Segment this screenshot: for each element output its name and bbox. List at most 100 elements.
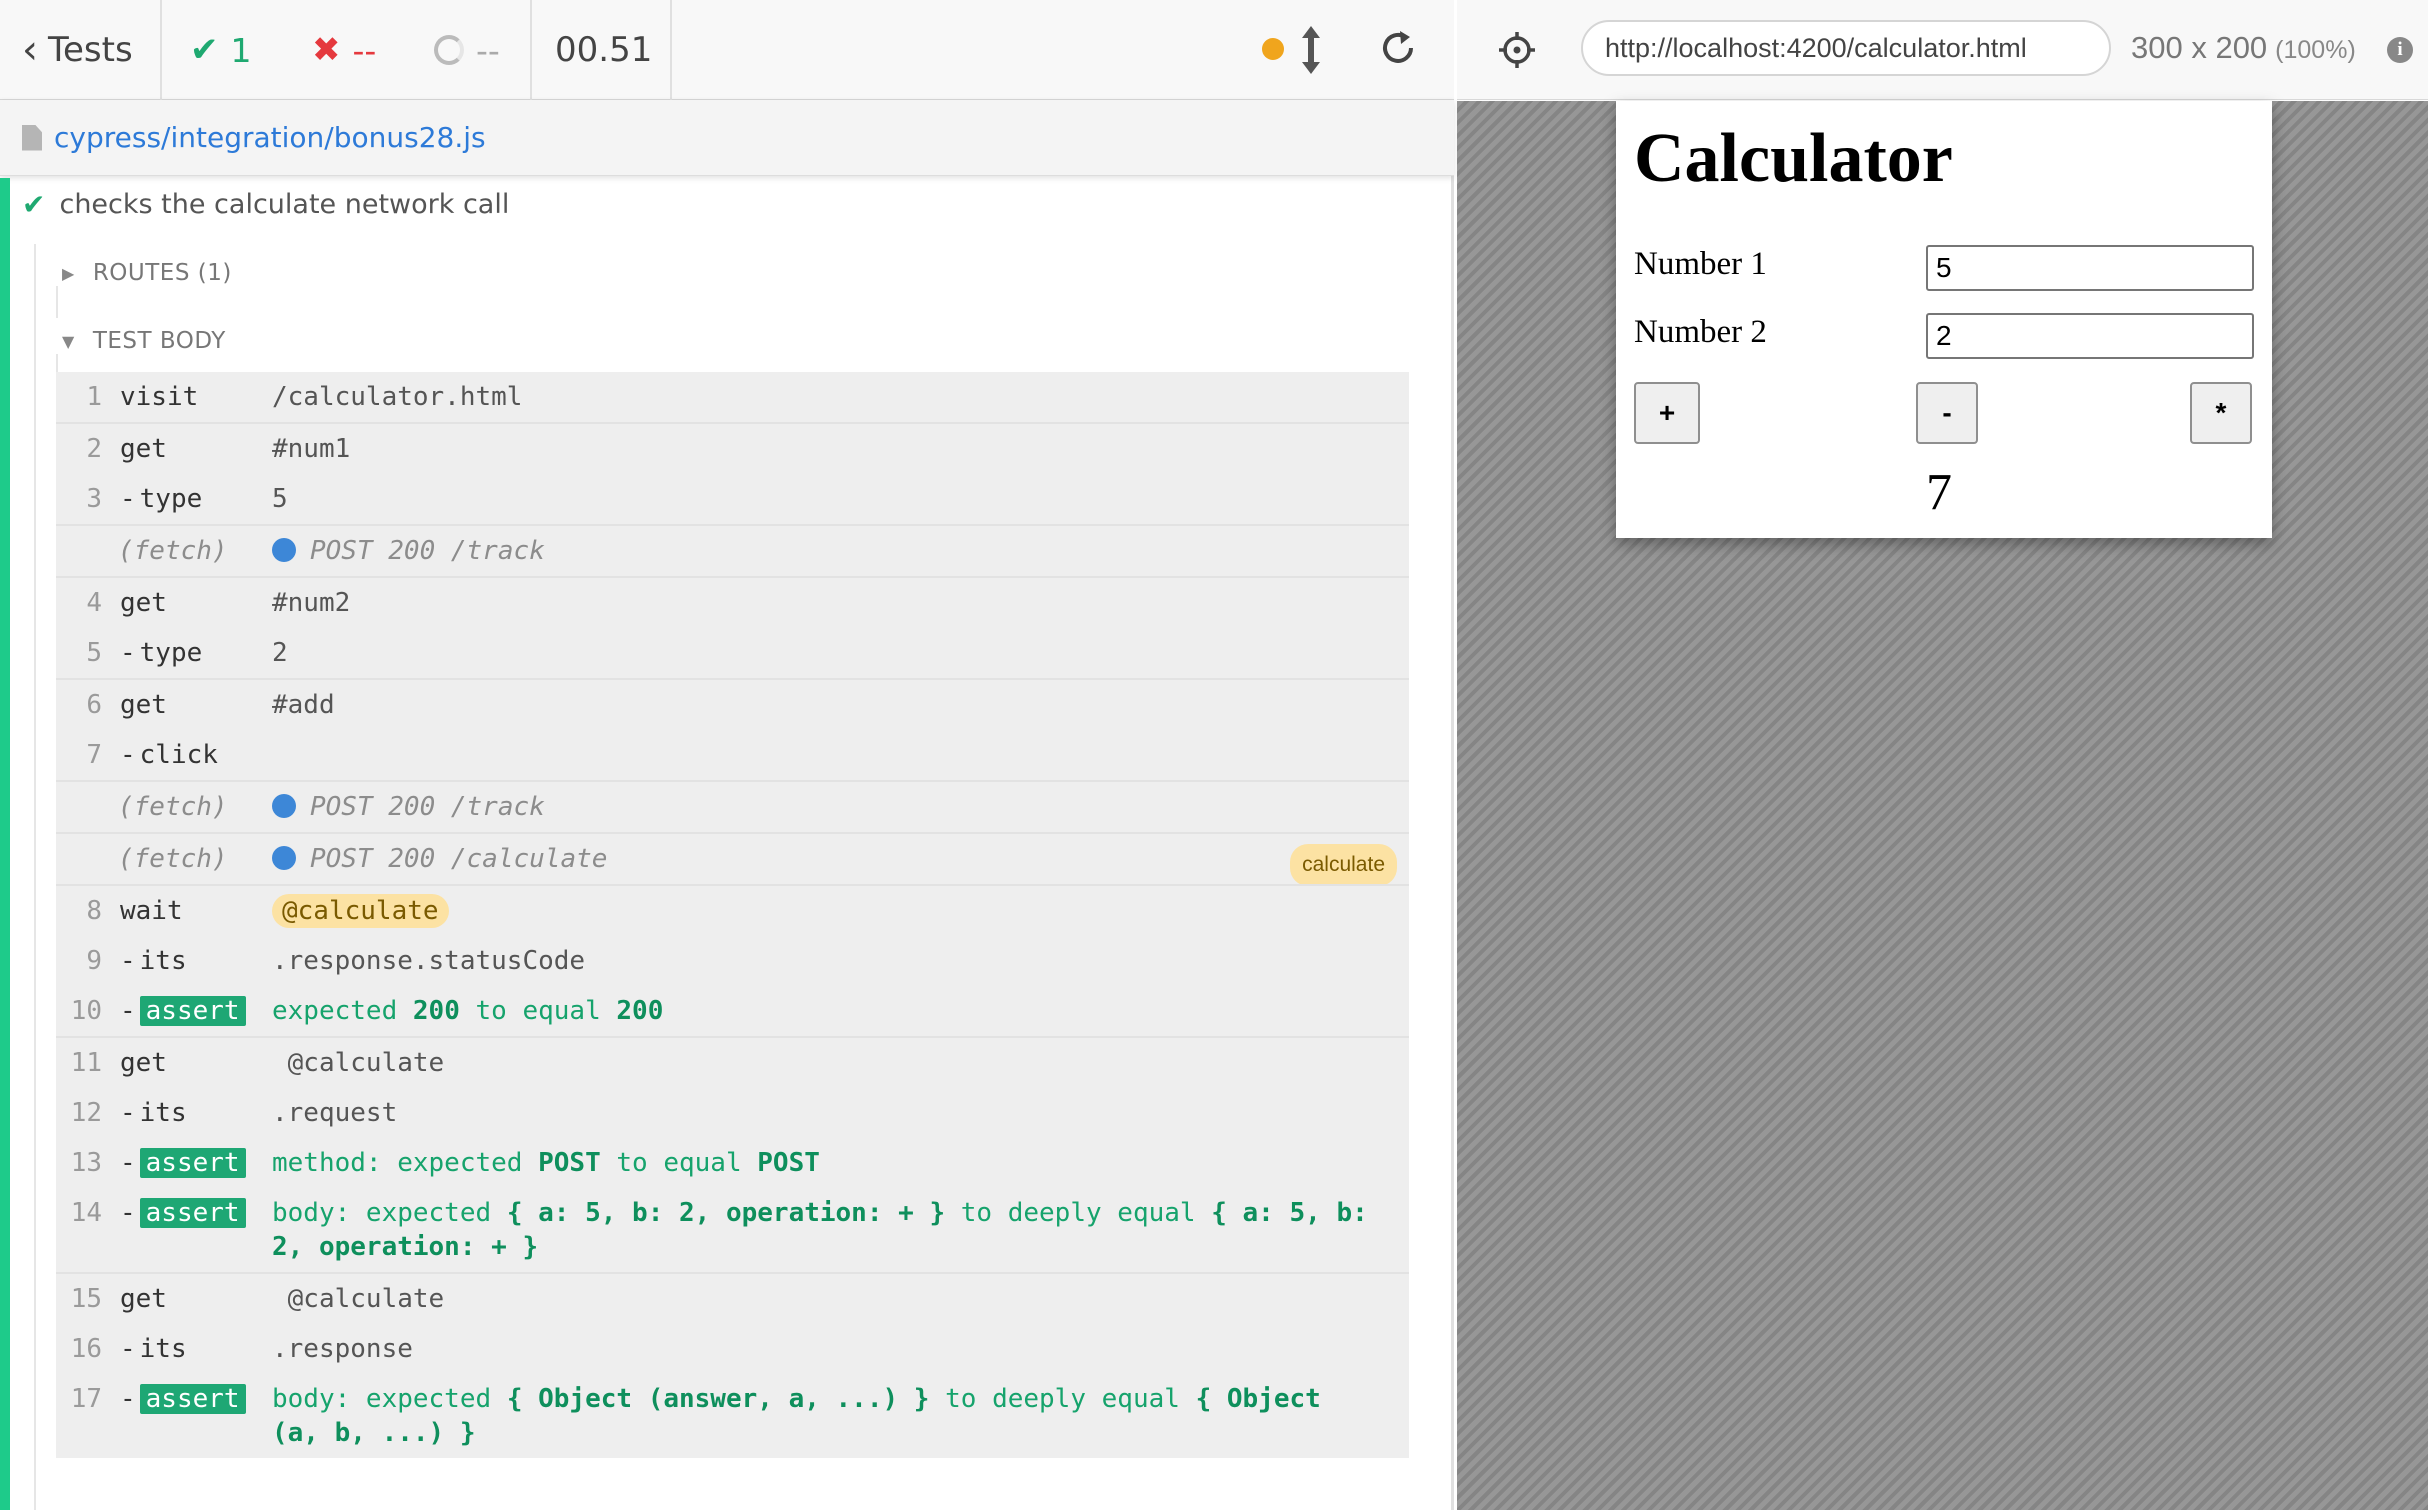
command-row[interactable]: 7 click [56, 730, 1409, 780]
command-row[interactable]: (fetch) POST 200 /track [56, 524, 1409, 576]
tests-button[interactable]: ‹ Tests [22, 0, 133, 100]
caret-right-icon: ▶ [62, 263, 75, 283]
command-name: get [120, 690, 167, 720]
command-number: 9 [86, 946, 102, 976]
command-name: its [102, 944, 272, 978]
command-message: expected 200 to equal 200 [272, 996, 664, 1026]
command-row[interactable]: 11 get @calculate [56, 1036, 1409, 1088]
command-message: .response.statusCode [272, 946, 586, 976]
multiply-button[interactable]: * [2190, 382, 2252, 444]
command-number: 3 [86, 484, 102, 514]
command-row[interactable]: 12 its .request [56, 1088, 1409, 1138]
command-message: @calculate [272, 894, 1409, 928]
command-row[interactable]: 15 get @calculate [56, 1272, 1409, 1324]
command-message: .response [272, 1334, 413, 1364]
command-name: assert [102, 994, 272, 1028]
command-number: 7 [86, 740, 102, 770]
url-field[interactable]: http://localhost:4200/calculator.html [1581, 20, 2111, 76]
subtract-button[interactable]: - [1916, 382, 1978, 444]
viewport-size: 300 x 200 (100%) [2131, 30, 2356, 65]
command-name: (fetch) [118, 844, 228, 874]
command-row[interactable]: 5 type 2 [56, 628, 1409, 678]
command-row[interactable]: 9 its .response.statusCode [56, 936, 1409, 986]
command-number: 5 [86, 638, 102, 668]
command-name: get [120, 588, 167, 618]
route-alias-badge: calculate [1290, 844, 1397, 886]
command-number: 14 [70, 1198, 102, 1228]
command-message: method: expected POST to equal POST [272, 1148, 820, 1178]
page-title: Calculator [1634, 120, 1953, 197]
command-name: click [102, 738, 272, 772]
command-number: 13 [70, 1148, 102, 1178]
command-name: (fetch) [118, 792, 228, 822]
command-message: .request [272, 1098, 398, 1128]
command-name: wait [120, 896, 183, 926]
command-name: type [102, 482, 272, 516]
reporter-header: ‹ Tests ✔ 1 ✖ -- -- 00.51 [0, 0, 1454, 100]
tree-line [56, 286, 58, 318]
command-message: POST 200 /track [272, 534, 1409, 568]
command-number: 2 [86, 434, 102, 464]
command-row[interactable]: 4 get #num2 [56, 576, 1409, 628]
command-message [272, 738, 1409, 772]
failed-count: -- [352, 30, 377, 70]
pending-stat: -- [434, 0, 500, 100]
pending-count: -- [476, 30, 500, 70]
command-message: #num1 [272, 434, 351, 464]
number-1-input[interactable]: 5 [1926, 245, 2254, 291]
command-number: 17 [70, 1384, 102, 1414]
command-message: body: expected { a: 5, b: 2, operation: … [272, 1198, 1368, 1262]
command-name: assert [102, 1146, 272, 1180]
routes-label: ROUTES (1) [92, 260, 232, 286]
command-name: get [120, 434, 167, 464]
command-row[interactable]: 17 assert body: expected { Object (answe… [56, 1374, 1409, 1458]
command-message: #add [272, 690, 335, 720]
command-name: (fetch) [118, 536, 228, 566]
info-icon[interactable]: i [2387, 37, 2413, 63]
number-2-input[interactable]: 2 [1926, 313, 2254, 359]
check-icon: ✔ [22, 188, 46, 221]
reporter-panel: ‹ Tests ✔ 1 ✖ -- -- 00.51 cypress/integr… [0, 0, 1454, 1510]
reload-icon[interactable] [1378, 28, 1418, 68]
command-row[interactable]: 6 get #add [56, 678, 1409, 730]
command-number: 12 [70, 1098, 102, 1128]
caret-down-icon: ▼ [62, 331, 75, 351]
auto-scroll-icon[interactable] [1298, 24, 1324, 76]
command-row[interactable]: 3 type 5 [56, 474, 1409, 524]
test-body-toggle[interactable]: ▼ TEST BODY [62, 328, 226, 354]
network-status-icon [272, 846, 296, 870]
command-row[interactable]: (fetch) POST 200 /calculate calculate [56, 832, 1409, 886]
command-message: @calculate [287, 1048, 445, 1078]
chevron-left-icon: ‹ [22, 27, 38, 73]
add-button[interactable]: + [1634, 382, 1700, 444]
command-row[interactable]: 1 visit /calculator.html [56, 372, 1409, 422]
aut-header: http://localhost:4200/calculator.html 30… [1457, 0, 2428, 100]
command-row[interactable]: 13 assert method: expected POST to equal… [56, 1138, 1409, 1188]
command-message: 2 [272, 638, 288, 668]
command-message: #num2 [272, 588, 351, 618]
command-number: 4 [86, 588, 102, 618]
test-title[interactable]: ✔ checks the calculate network call [22, 188, 509, 221]
routes-toggle[interactable]: ▶ ROUTES (1) [62, 260, 232, 286]
command-row[interactable]: 2 get #num1 [56, 422, 1409, 474]
spec-path-link[interactable]: cypress/integration/bonus28.js [54, 121, 486, 154]
command-number: 16 [70, 1334, 102, 1364]
test-title-text: checks the calculate network call [59, 189, 510, 220]
command-log: 1 visit /calculator.html 2 get #num1 3 t… [56, 372, 1409, 1458]
test-body-label: TEST BODY [92, 328, 226, 354]
file-icon [22, 124, 42, 151]
command-row[interactable]: 16 its .response [56, 1324, 1409, 1374]
selector-playground-icon[interactable] [1497, 30, 1537, 70]
command-row[interactable]: (fetch) POST 200 /track [56, 780, 1409, 832]
command-name: visit [120, 382, 199, 412]
command-number: 1 [86, 382, 102, 412]
command-name: type [102, 636, 272, 670]
number-1-label: Number 1 [1634, 246, 1767, 282]
command-message: POST 200 /calculate [272, 842, 1409, 876]
command-row[interactable]: 10 assert expected 200 to equal 200 [56, 986, 1409, 1036]
assert-badge: assert [139, 1384, 246, 1414]
command-name: assert [102, 1196, 272, 1264]
command-row[interactable]: 14 assert body: expected { a: 5, b: 2, o… [56, 1188, 1409, 1272]
command-row[interactable]: 8 wait @calculate [56, 884, 1409, 936]
assert-badge: assert [139, 1148, 246, 1178]
